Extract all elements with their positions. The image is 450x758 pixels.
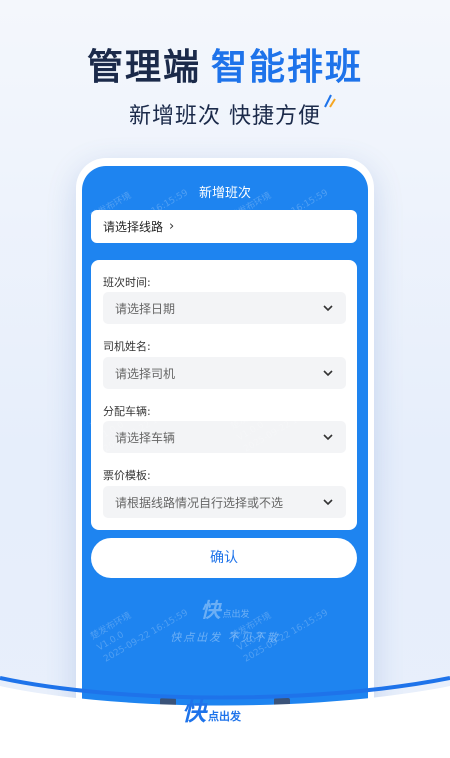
brand-logo-sub: 点出发 [222,610,250,620]
headline: 管理端 智能排班 [0,38,450,90]
headline-part1: 管理端 [86,47,201,88]
brand-logo: 快 [200,598,221,622]
field-label-time: 班次时间: [103,276,151,289]
brand-slogan: 快点出发 不见不散 [170,631,280,644]
chevron-down-icon [323,499,333,506]
chevron-down-icon [323,434,333,441]
brand-watermark: 快点出发 快点出发 不见不散 [82,594,368,645]
route-selector[interactable]: 请选择线路 › [91,210,357,243]
bottom-logo-mark: 快 [182,698,206,726]
schedule-form: 班次时间: 请选择日期 司机姓名: 请选择司机 分配车辆: 请选择车辆 票价模板… [91,260,357,530]
spark-icon [324,94,336,108]
bottom-brand-logo: 快点出发 [182,692,241,727]
driver-select[interactable]: 请选择司机 [103,357,346,389]
subline: 新增班次 快捷方便 [129,104,321,129]
chevron-down-icon [323,370,333,377]
chevron-right-icon: › [169,219,175,234]
screen-title: 新增班次 [198,186,251,201]
phone-screen: 新增班次 请选择线路 › 班次时间: 请选择日期 司机姓名: 请选择司机 分配车… [82,166,368,726]
date-select-placeholder: 请选择日期 [115,301,176,316]
field-label-vehicle: 分配车辆: [103,405,151,418]
date-select[interactable]: 请选择日期 [103,292,346,324]
fare-select-placeholder: 请根据线路情况自行选择或不选 [115,495,284,510]
confirm-button[interactable]: 确认 [91,538,357,578]
driver-select-placeholder: 请选择司机 [115,366,176,381]
route-label: 请选择线路 [103,220,164,234]
bottom-logo-sub: 点出发 [208,710,241,723]
vehicle-select[interactable]: 请选择车辆 [103,421,346,453]
field-label-fare: 票价模板: [103,469,151,482]
headline-part2: 智能排班 [211,47,364,88]
vehicle-select-placeholder: 请选择车辆 [115,430,176,445]
fare-template-select[interactable]: 请根据线路情况自行选择或不选 [103,486,346,518]
field-label-driver: 司机姓名: [103,340,151,353]
chevron-down-icon [323,305,333,312]
